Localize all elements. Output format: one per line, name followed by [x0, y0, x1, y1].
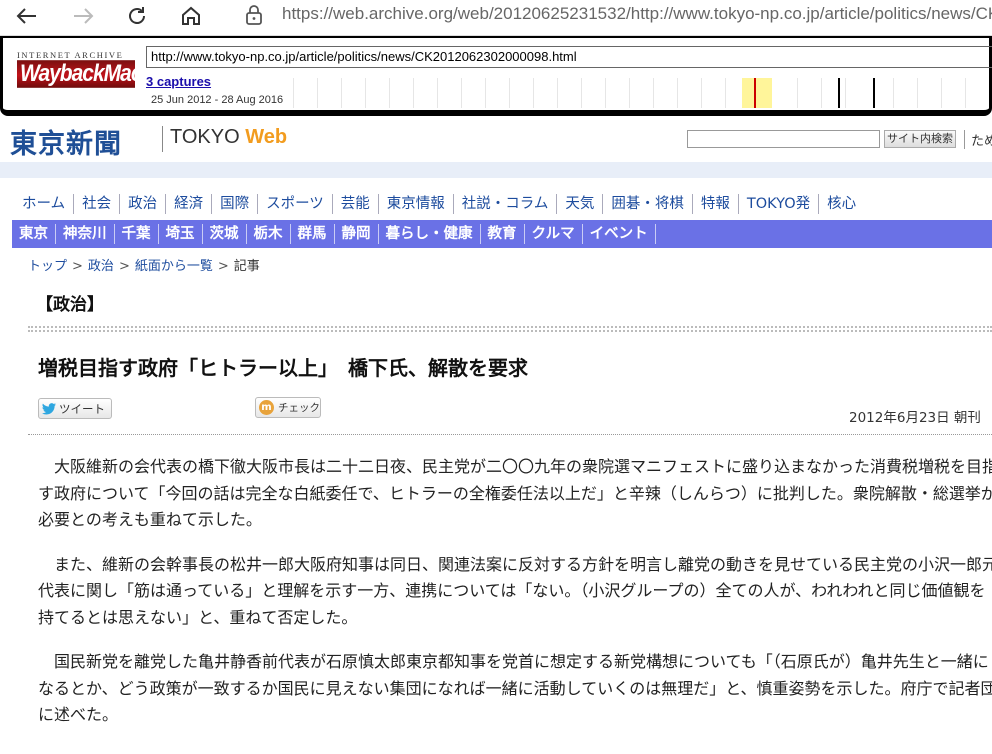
browser-toolbar: https://web.archive.org/web/201206252315… — [0, 0, 992, 36]
article-divider — [28, 434, 992, 435]
internet-archive-label: INTERNET ARCHIVE — [17, 50, 124, 60]
nav-item[interactable]: 政治 — [120, 194, 167, 214]
regional-nav-item[interactable]: 神奈川 — [56, 224, 115, 244]
check-label: チェック — [278, 402, 320, 414]
capture-mark[interactable] — [873, 78, 875, 108]
nav-item[interactable]: 社説・コラム — [454, 194, 558, 214]
logo-divider — [162, 126, 163, 152]
current-year-highlight — [742, 78, 772, 108]
regional-nav: 東京 神奈川 千葉 埼玉 茨城 栃木 群馬 静岡 暮らし・健康 教育 クルマ イベント — [12, 220, 992, 248]
mixi-check-button[interactable]: m チェック — [255, 397, 321, 418]
regional-nav-item[interactable]: 暮らし・健康 — [379, 224, 481, 244]
regional-nav-item[interactable]: 群馬 — [291, 224, 335, 244]
article-headline: 増税目指す政府「ヒトラー以上」 橋下氏、解散を要求 — [38, 356, 528, 380]
regional-nav-item[interactable]: 静岡 — [335, 224, 379, 244]
capture-date-range: 25 Jun 2012 - 28 Aug 2016 — [151, 94, 284, 106]
nav-item[interactable]: 国際 — [212, 194, 259, 214]
article-body: 大阪維新の会代表の橋下徹大阪市長は二十二日夜、民主党が二〇〇九年の衆院選マニフェ… — [38, 454, 992, 747]
breadcrumb-separator: > — [118, 259, 130, 274]
nav-item[interactable]: TOKYO発 — [739, 194, 820, 214]
lock-icon[interactable] — [244, 4, 264, 30]
wayback-toolbar: INTERNET ARCHIVE WaybackMachine http://w… — [0, 36, 992, 116]
tokyo-shimbun-logo[interactable]: 東京新聞 — [10, 122, 122, 161]
tokyo-web-suffix: Web — [245, 126, 288, 148]
tokyo-web-prefix: TOKYO — [170, 126, 246, 148]
header-band — [0, 162, 992, 178]
article-paragraph: また、維新の会幹事長の松井一郎大阪府知事は同日、関連法案に反対する方針を明言し離… — [38, 554, 992, 627]
breadcrumb-link[interactable]: 紙面から一覧 — [135, 259, 213, 274]
site-search-button[interactable]: サイト内検索 — [884, 130, 956, 148]
breadcrumb-current: 記事 — [233, 259, 260, 274]
address-bar[interactable]: https://web.archive.org/web/201206252315… — [282, 4, 992, 24]
regional-nav-item[interactable]: 東京 — [12, 224, 56, 244]
wayback-url-input[interactable]: http://www.tokyo-np.co.jp/article/politi… — [146, 46, 992, 68]
nav-item[interactable]: 経済 — [166, 194, 213, 214]
regional-nav-item[interactable]: 埼玉 — [159, 224, 203, 244]
nav-item[interactable]: 社会 — [74, 194, 121, 214]
breadcrumb-link[interactable]: 政治 — [88, 259, 114, 274]
section-title: 【政治】 — [36, 295, 104, 315]
mixi-icon: m — [259, 400, 274, 415]
nav-item[interactable]: 囲碁・将棋 — [603, 194, 693, 214]
regional-nav-item[interactable]: 茨城 — [203, 224, 247, 244]
wayback-logo[interactable]: INTERNET ARCHIVE WaybackMachine — [17, 50, 182, 88]
capture-mark[interactable] — [838, 78, 840, 108]
nav-item[interactable]: 核心 — [819, 194, 864, 214]
article-paragraph: 大阪維新の会代表の橋下徹大阪市長は二十二日夜、民主党が二〇〇九年の衆院選マニフェ… — [38, 457, 992, 529]
regional-nav-item[interactable]: 栃木 — [247, 224, 291, 244]
regional-nav-item[interactable]: 千葉 — [115, 224, 159, 244]
reload-icon[interactable] — [122, 2, 152, 30]
capture-sparkline[interactable] — [293, 76, 992, 110]
nav-item[interactable]: 芸能 — [333, 194, 379, 214]
forward-icon[interactable] — [68, 2, 98, 30]
home-icon[interactable] — [176, 2, 206, 30]
nav-item[interactable]: ホーム — [14, 194, 75, 214]
nav-item[interactable]: 天気 — [557, 194, 604, 214]
breadcrumb-separator: > — [72, 259, 83, 274]
tweet-button[interactable]: ツイート — [38, 398, 112, 419]
header-extra-link[interactable]: ため — [964, 130, 992, 149]
breadcrumb-separator: > — [217, 259, 229, 274]
captures-link[interactable]: 3 captures — [146, 74, 211, 89]
site-search-input[interactable] — [687, 130, 880, 148]
section-divider — [28, 326, 992, 332]
regional-nav-item[interactable]: イベント — [583, 224, 656, 244]
nav-item[interactable]: スポーツ — [258, 194, 333, 214]
nav-item[interactable]: 特報 — [693, 194, 739, 214]
wayback-machine-label: WaybackMachine — [17, 60, 182, 88]
twitter-icon — [42, 402, 56, 414]
article-paragraph: 国民新党を離党した亀井静香前代表が石原慎太郎東京都知事を党首に想定する新党構想に… — [38, 652, 992, 724]
nav-item[interactable]: 東京情報 — [379, 194, 454, 214]
breadcrumb-link[interactable]: トップ — [28, 259, 67, 274]
article-dateline: 2012年6月23日 朝刊 — [849, 410, 981, 426]
regional-nav-item[interactable]: クルマ — [525, 224, 583, 244]
primary-nav: ホーム 社会 政治 経済 国際 スポーツ 芸能 東京情報 社説・コラム 天気 囲碁・将棋 特報 TOKY… — [14, 190, 864, 218]
capture-mark[interactable] — [754, 78, 756, 108]
tokyo-web-logo[interactable]: TOKYO Web — [170, 126, 287, 149]
tweet-label: ツイート — [59, 401, 105, 416]
back-icon[interactable] — [12, 2, 42, 30]
site-header: 東京新聞 TOKYO Web サイト内検索 ため — [0, 116, 992, 160]
regional-nav-item[interactable]: 教育 — [481, 224, 525, 244]
breadcrumb: トップ > 政治 > 紙面から一覧 > 記事 — [28, 255, 260, 274]
